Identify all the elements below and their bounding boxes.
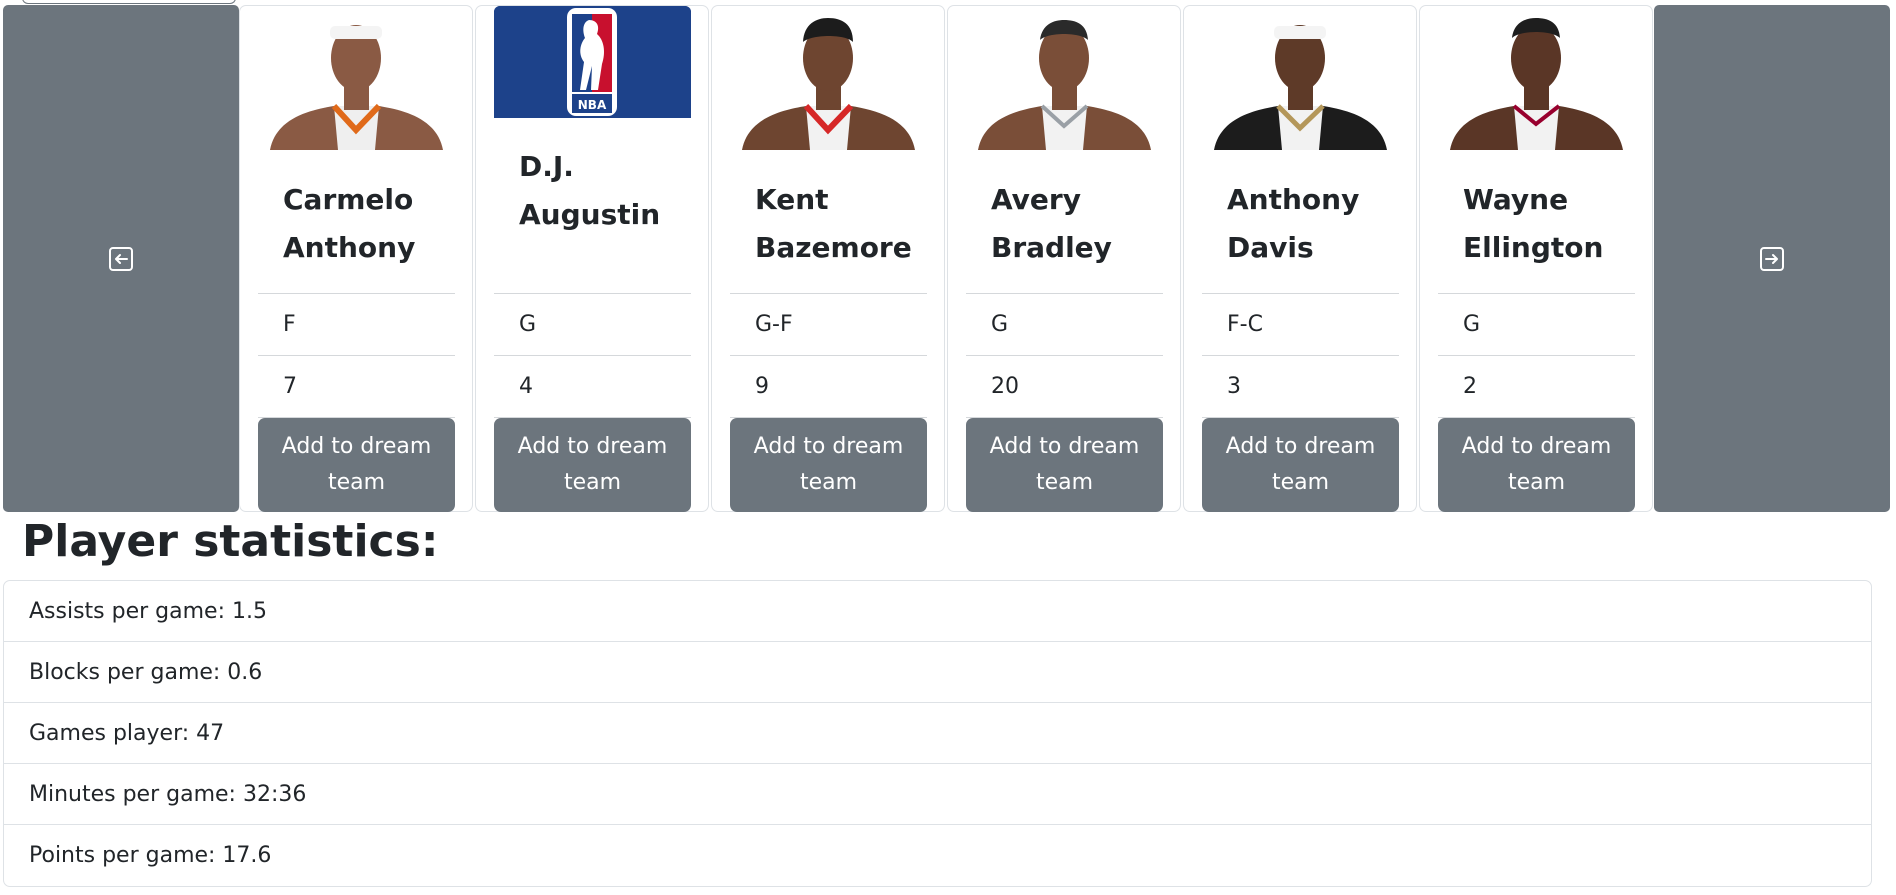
card-divider [730, 355, 927, 356]
player-stats-list: Assists per game: 1.5 Blocks per game: 0… [3, 580, 1872, 887]
arrow-right-square-icon [1760, 246, 1784, 271]
add-to-dream-team-button[interactable]: Add to dream team [730, 418, 927, 512]
player-portrait-image [966, 6, 1163, 150]
player-photo [966, 6, 1163, 150]
player-portrait-image [258, 6, 455, 150]
player-name: Avery Bradley [991, 183, 1112, 264]
player-card: Wayne Ellington G 2 Add to dream team [1419, 5, 1653, 512]
add-to-dream-team-button[interactable]: Add to dream team [1438, 418, 1635, 512]
player-jersey-number: 20 [991, 374, 1019, 399]
player-position: G [991, 312, 1009, 337]
player-card: Avery Bradley G 20 Add to dream team [947, 5, 1181, 512]
player-portrait-image [730, 6, 927, 150]
player-photo [730, 6, 927, 150]
player-carousel: Carmelo Anthony F 7 Add to dream team NB… [0, 0, 1896, 515]
card-divider [966, 355, 1163, 356]
player-name: Carmelo Anthony [283, 183, 416, 264]
card-divider [966, 293, 1163, 294]
player-name: Kent Bazemore [755, 183, 912, 264]
card-divider [494, 355, 691, 356]
player-position: G-F [755, 312, 793, 337]
player-jersey-number: 9 [755, 374, 769, 399]
card-divider [494, 293, 691, 294]
player-portrait-image [1438, 6, 1635, 150]
player-cards: Carmelo Anthony F 7 Add to dream team NB… [239, 5, 1653, 512]
player-name: Anthony Davis [1227, 183, 1360, 264]
player-photo [1438, 6, 1635, 150]
card-divider [258, 355, 455, 356]
add-to-dream-team-button[interactable]: Add to dream team [258, 418, 455, 512]
carousel-prev-button[interactable] [3, 5, 239, 512]
add-to-dream-team-button[interactable]: Add to dream team [1202, 418, 1399, 512]
card-divider [258, 293, 455, 294]
svg-text:NBA: NBA [578, 98, 607, 112]
card-divider [1438, 293, 1635, 294]
player-jersey-number: 3 [1227, 374, 1241, 399]
player-portrait-image [1202, 6, 1399, 150]
add-to-dream-team-button[interactable]: Add to dream team [494, 418, 691, 512]
card-divider [1438, 355, 1635, 356]
player-card: NBA D.J. Augustin G 4 Add to dream team [475, 5, 709, 512]
player-card: Kent Bazemore G-F 9 Add to dream team [711, 5, 945, 512]
card-divider [1202, 293, 1399, 294]
carousel-next-button[interactable] [1654, 5, 1890, 512]
player-position: F-C [1227, 312, 1263, 337]
stat-assists: Assists per game: 1.5 [4, 581, 1871, 642]
player-photo [1202, 6, 1399, 150]
stat-minutes: Minutes per game: 32:36 [4, 764, 1871, 825]
player-card: Carmelo Anthony F 7 Add to dream team [239, 5, 473, 512]
stat-games: Games player: 47 [4, 703, 1871, 764]
add-to-dream-team-button[interactable]: Add to dream team [966, 418, 1163, 512]
player-name: D.J. Augustin [519, 150, 661, 231]
player-position: G [1463, 312, 1481, 337]
player-jersey-number: 7 [283, 374, 297, 399]
nba-logo: NBA [494, 6, 691, 118]
player-position: G [519, 312, 537, 337]
arrow-left-square-icon [109, 246, 133, 271]
player-jersey-number: 4 [519, 374, 533, 399]
stat-points: Points per game: 17.6 [29, 843, 272, 868]
player-name: Wayne Ellington [1463, 183, 1604, 264]
stat-blocks: Blocks per game: 0.6 [4, 642, 1871, 703]
stats-heading: Player statistics: [22, 516, 439, 567]
card-divider [1202, 355, 1399, 356]
player-jersey-number: 2 [1463, 374, 1477, 399]
player-photo [258, 6, 455, 150]
player-card: Anthony Davis F-C 3 Add to dream team [1183, 5, 1417, 512]
player-position: F [283, 312, 296, 337]
nba-logo-image: NBA [494, 6, 691, 118]
card-divider [730, 293, 927, 294]
